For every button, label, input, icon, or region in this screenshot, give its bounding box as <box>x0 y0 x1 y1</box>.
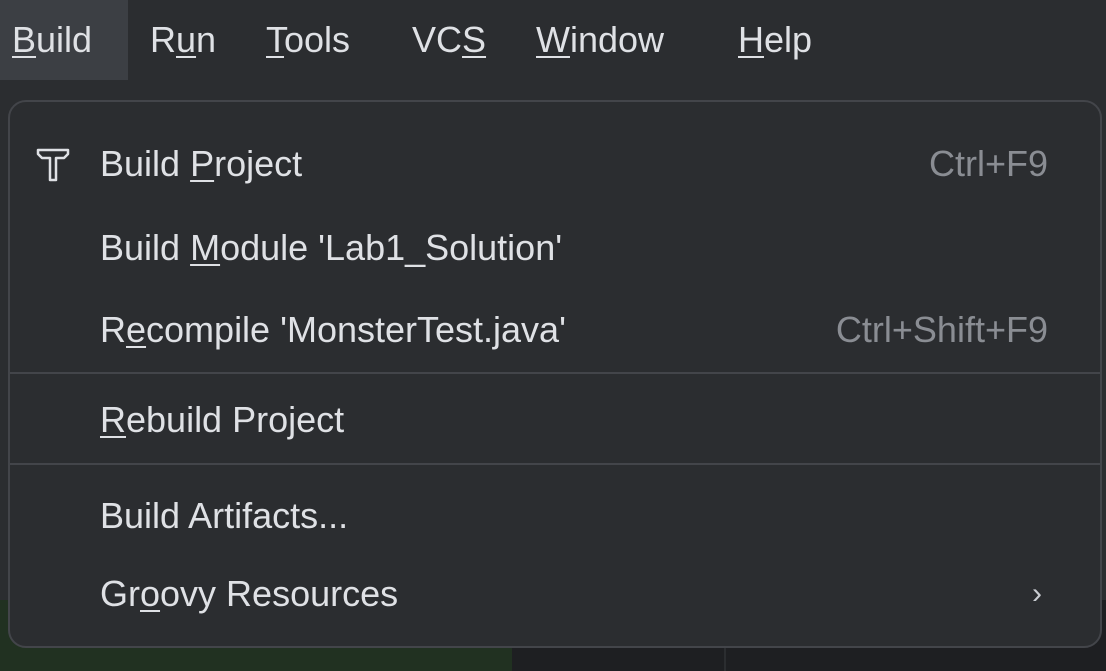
shortcut-label: Ctrl+Shift+F9 <box>835 309 1048 350</box>
menu-item-label: Build Module 'Lab1_Solution' <box>100 227 563 268</box>
menu-item-rebuild-project[interactable]: Rebuild Project <box>10 378 1100 462</box>
menu-separator <box>10 463 1100 465</box>
menu-item-label: Rebuild Project <box>100 399 345 440</box>
menu-item-label: Build Project <box>100 143 303 184</box>
menu-build[interactable]: Build <box>0 0 128 80</box>
menu-vcs[interactable]: VCS <box>412 0 486 80</box>
build-menu-dropdown: Build Project Ctrl+F9 Build Module 'Lab1… <box>8 100 1102 648</box>
chevron-right-icon: › <box>1032 577 1042 610</box>
menu-tools[interactable]: Tools <box>266 0 350 80</box>
menu-item-build-module[interactable]: Build Module 'Lab1_Solution' <box>10 206 1100 290</box>
menu-run[interactable]: Run <box>150 0 216 80</box>
menu-item-recompile[interactable]: Recompile 'MonsterTest.java' Ctrl+Shift+… <box>10 288 1100 372</box>
menu-item-groovy-resources[interactable]: Groovy Resources › <box>10 552 1100 636</box>
menu-item-label: Build Artifacts... <box>100 495 349 536</box>
menu-bar: Build Run Tools VCS Window Help <box>0 0 1106 100</box>
menu-help[interactable]: Help <box>738 0 812 80</box>
shortcut-label: Ctrl+F9 <box>928 143 1048 184</box>
menu-item-label: Recompile 'MonsterTest.java' <box>100 309 566 350</box>
menu-item-build-project[interactable]: Build Project Ctrl+F9 <box>10 122 1100 206</box>
menu-separator <box>10 372 1100 374</box>
menu-window[interactable]: Window <box>536 0 664 80</box>
hammer-icon <box>36 148 70 182</box>
menu-item-build-artifacts[interactable]: Build Artifacts... <box>10 474 1100 558</box>
menu-item-label: Groovy Resources <box>100 573 399 614</box>
